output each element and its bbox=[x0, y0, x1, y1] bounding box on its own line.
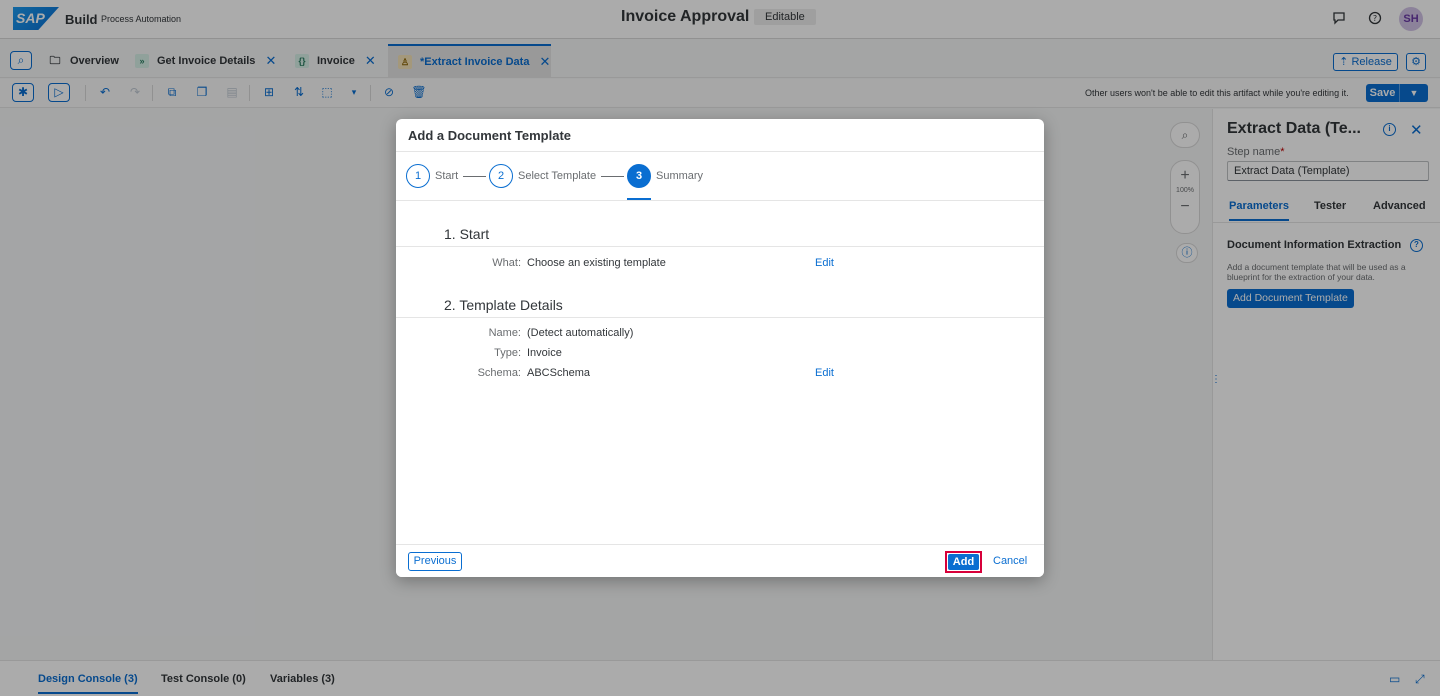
field-value-schema: ABCSchema bbox=[527, 367, 590, 379]
section-template-details-title: 2. Template Details bbox=[444, 297, 563, 313]
divider bbox=[396, 246, 1044, 247]
step-number: 1 bbox=[406, 164, 430, 188]
cancel-button[interactable]: Cancel bbox=[993, 555, 1027, 567]
divider bbox=[396, 151, 1044, 152]
field-value-what: Choose an existing template bbox=[527, 257, 666, 269]
step-label: Start bbox=[435, 170, 459, 182]
dialog-footer: Previous Add Cancel bbox=[396, 544, 1044, 577]
field-label-what: What: bbox=[492, 257, 521, 269]
previous-button[interactable]: Previous bbox=[408, 552, 462, 571]
add-button-label: Add bbox=[948, 554, 979, 570]
add-button[interactable]: Add bbox=[945, 551, 982, 573]
field-label-schema: Schema: bbox=[477, 367, 521, 379]
dialog-title: Add a Document Template bbox=[408, 128, 572, 143]
divider bbox=[396, 317, 1044, 318]
wizard-step-2[interactable]: 2 Select Template bbox=[489, 164, 625, 188]
field-label-name: Name: bbox=[488, 327, 521, 339]
edit-start-link[interactable]: Edit bbox=[815, 257, 834, 269]
step-connector bbox=[601, 175, 625, 177]
wizard-step-1[interactable]: 1 Start bbox=[406, 164, 487, 188]
step-label: Select Template bbox=[518, 170, 597, 182]
field-value-name: (Detect automatically) bbox=[527, 327, 634, 339]
divider bbox=[396, 200, 1044, 201]
field-value-type: Invoice bbox=[527, 347, 562, 359]
step-connector bbox=[463, 175, 487, 177]
step-number: 3 bbox=[627, 164, 651, 188]
step-label: Summary bbox=[656, 170, 704, 182]
wizard-step-3[interactable]: 3 Summary bbox=[627, 164, 703, 188]
add-document-template-dialog: Add a Document Template 1 Start 2 Select… bbox=[396, 119, 1044, 577]
section-start-title: 1. Start bbox=[444, 226, 490, 242]
field-label-type: Type: bbox=[494, 347, 521, 359]
step-number: 2 bbox=[489, 164, 513, 188]
edit-template-details-link[interactable]: Edit bbox=[815, 367, 834, 379]
